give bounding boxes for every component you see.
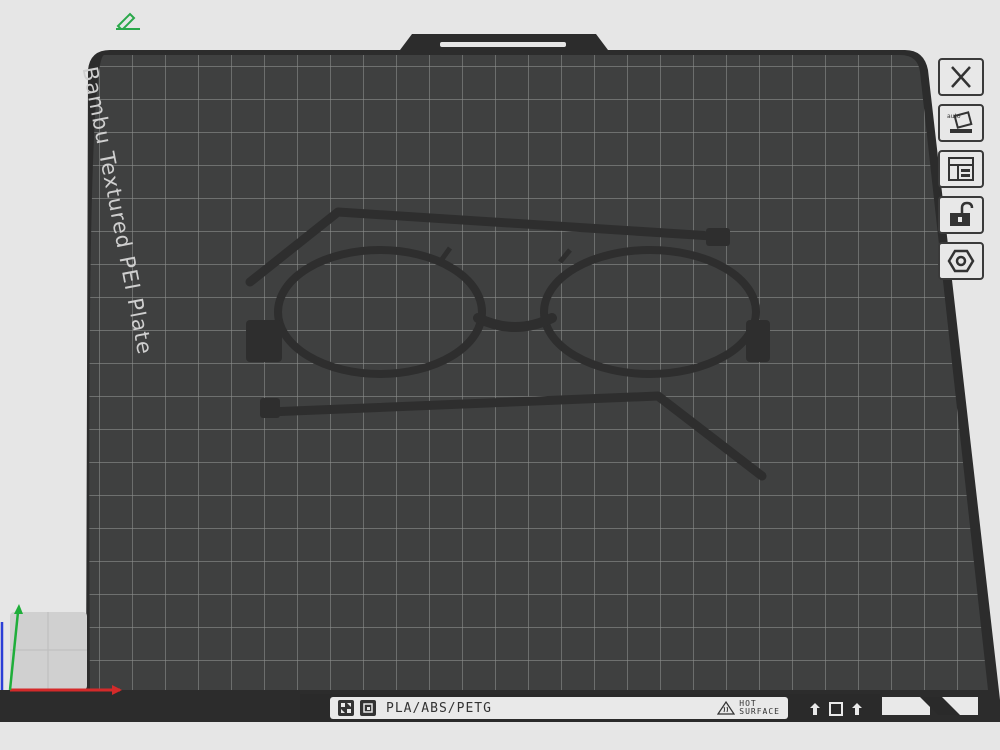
surface-label: SURFACE — [739, 707, 780, 716]
plate-grid — [89, 55, 989, 690]
plate-settings-button[interactable] — [938, 242, 984, 280]
hot-surface-warning: HOT SURFACE — [717, 700, 780, 716]
square-mark-icon — [829, 702, 843, 716]
edit-plate-name-icon[interactable] — [114, 10, 142, 30]
lock-icon — [950, 201, 974, 226]
up-arrow-icon — [810, 703, 820, 715]
material-compatibility-label: PLA/ABS/PETG — [386, 700, 492, 716]
close-icon — [951, 66, 971, 88]
arrange-layout-icon — [948, 157, 974, 181]
plate-handle — [440, 42, 566, 47]
plate-logo-icon — [338, 700, 354, 716]
plate-info-bar: PLA/ABS/PETG HOT SURFACE — [330, 697, 788, 719]
auto-orient-button[interactable]: auto — [938, 104, 984, 142]
right-hinge — [746, 320, 770, 362]
textured-surface-icon — [360, 700, 376, 716]
svg-text:auto: auto — [947, 113, 961, 120]
arrange-button[interactable] — [938, 150, 984, 188]
plate-side-marks — [808, 700, 872, 718]
nut-settings-icon — [947, 249, 975, 273]
left-hinge — [246, 320, 282, 362]
close-plate-button[interactable] — [938, 58, 984, 96]
hot-surface-warning-icon — [717, 701, 736, 715]
plate-toolbar: auto — [932, 58, 994, 288]
up-arrow-icon — [852, 703, 862, 715]
lock-plate-button[interactable] — [938, 196, 984, 234]
build-plate-scene[interactable] — [0, 0, 1000, 750]
auto-orient-icon: auto — [947, 111, 973, 133]
